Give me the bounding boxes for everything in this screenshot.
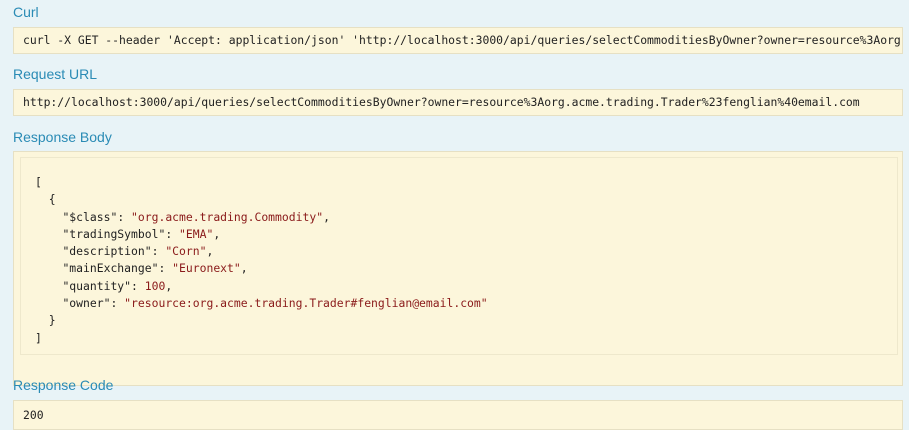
curl-command-text: curl -X GET --header 'Accept: applicatio…	[23, 33, 902, 47]
json-key: "tradingSymbol"	[62, 226, 166, 241]
json-close-bracket: ]	[35, 330, 42, 345]
request-url-text: http://localhost:3000/api/queries/select…	[23, 95, 860, 109]
request-url-title: Request URL	[13, 66, 98, 82]
json-key: "$class"	[62, 209, 118, 224]
json-field-line: "quantity": 100,	[62, 278, 173, 293]
json-value: "Euronext"	[172, 261, 241, 276]
json-comma: ,	[240, 261, 248, 276]
json-value: 100	[144, 278, 166, 293]
response-body-panel[interactable]: [ { "$class": "org.acme.trading.Commodit…	[13, 151, 903, 386]
json-field-line: "tradingSymbol": "EMA",	[62, 226, 221, 241]
curl-title: Curl	[13, 4, 39, 20]
json-key: "quantity"	[62, 278, 132, 293]
json-key: "owner"	[62, 296, 111, 311]
response-body-code-block: [ { "$class": "org.acme.trading.Commodit…	[20, 157, 898, 355]
json-value: "resource:org.acme.trading.Trader#fengli…	[124, 296, 488, 311]
response-body-json: [ { "$class": "org.acme.trading.Commodit…	[35, 174, 488, 347]
json-value: "Corn"	[165, 244, 207, 259]
json-value: "EMA"	[179, 226, 214, 241]
response-body-title: Response Body	[13, 129, 112, 145]
json-open-brace: {	[48, 192, 56, 207]
json-comma: ,	[165, 278, 173, 293]
curl-command-box[interactable]: curl -X GET --header 'Accept: applicatio…	[13, 27, 903, 54]
json-comma: ,	[206, 244, 214, 259]
json-comma: ,	[213, 226, 221, 241]
json-close-brace: }	[48, 313, 56, 328]
request-url-box[interactable]: http://localhost:3000/api/queries/select…	[13, 89, 903, 116]
json-key: "mainExchange"	[62, 261, 159, 276]
response-code-title: Response Code	[13, 377, 114, 393]
json-comma: ,	[323, 209, 330, 224]
json-field-line: "$class": "org.acme.trading.Commodity",	[62, 209, 330, 224]
json-field-line: "description": "Corn",	[62, 244, 214, 259]
json-key: "description"	[62, 244, 152, 259]
response-code-box[interactable]: 200	[13, 400, 903, 430]
response-code-text: 200	[23, 408, 44, 422]
json-field-line: "owner": "resource:org.acme.trading.Trad…	[62, 296, 488, 311]
json-value: "org.acme.trading.Commodity"	[131, 209, 324, 224]
json-open-bracket: [	[35, 175, 42, 189]
json-field-line: "mainExchange": "Euronext",	[62, 261, 248, 276]
